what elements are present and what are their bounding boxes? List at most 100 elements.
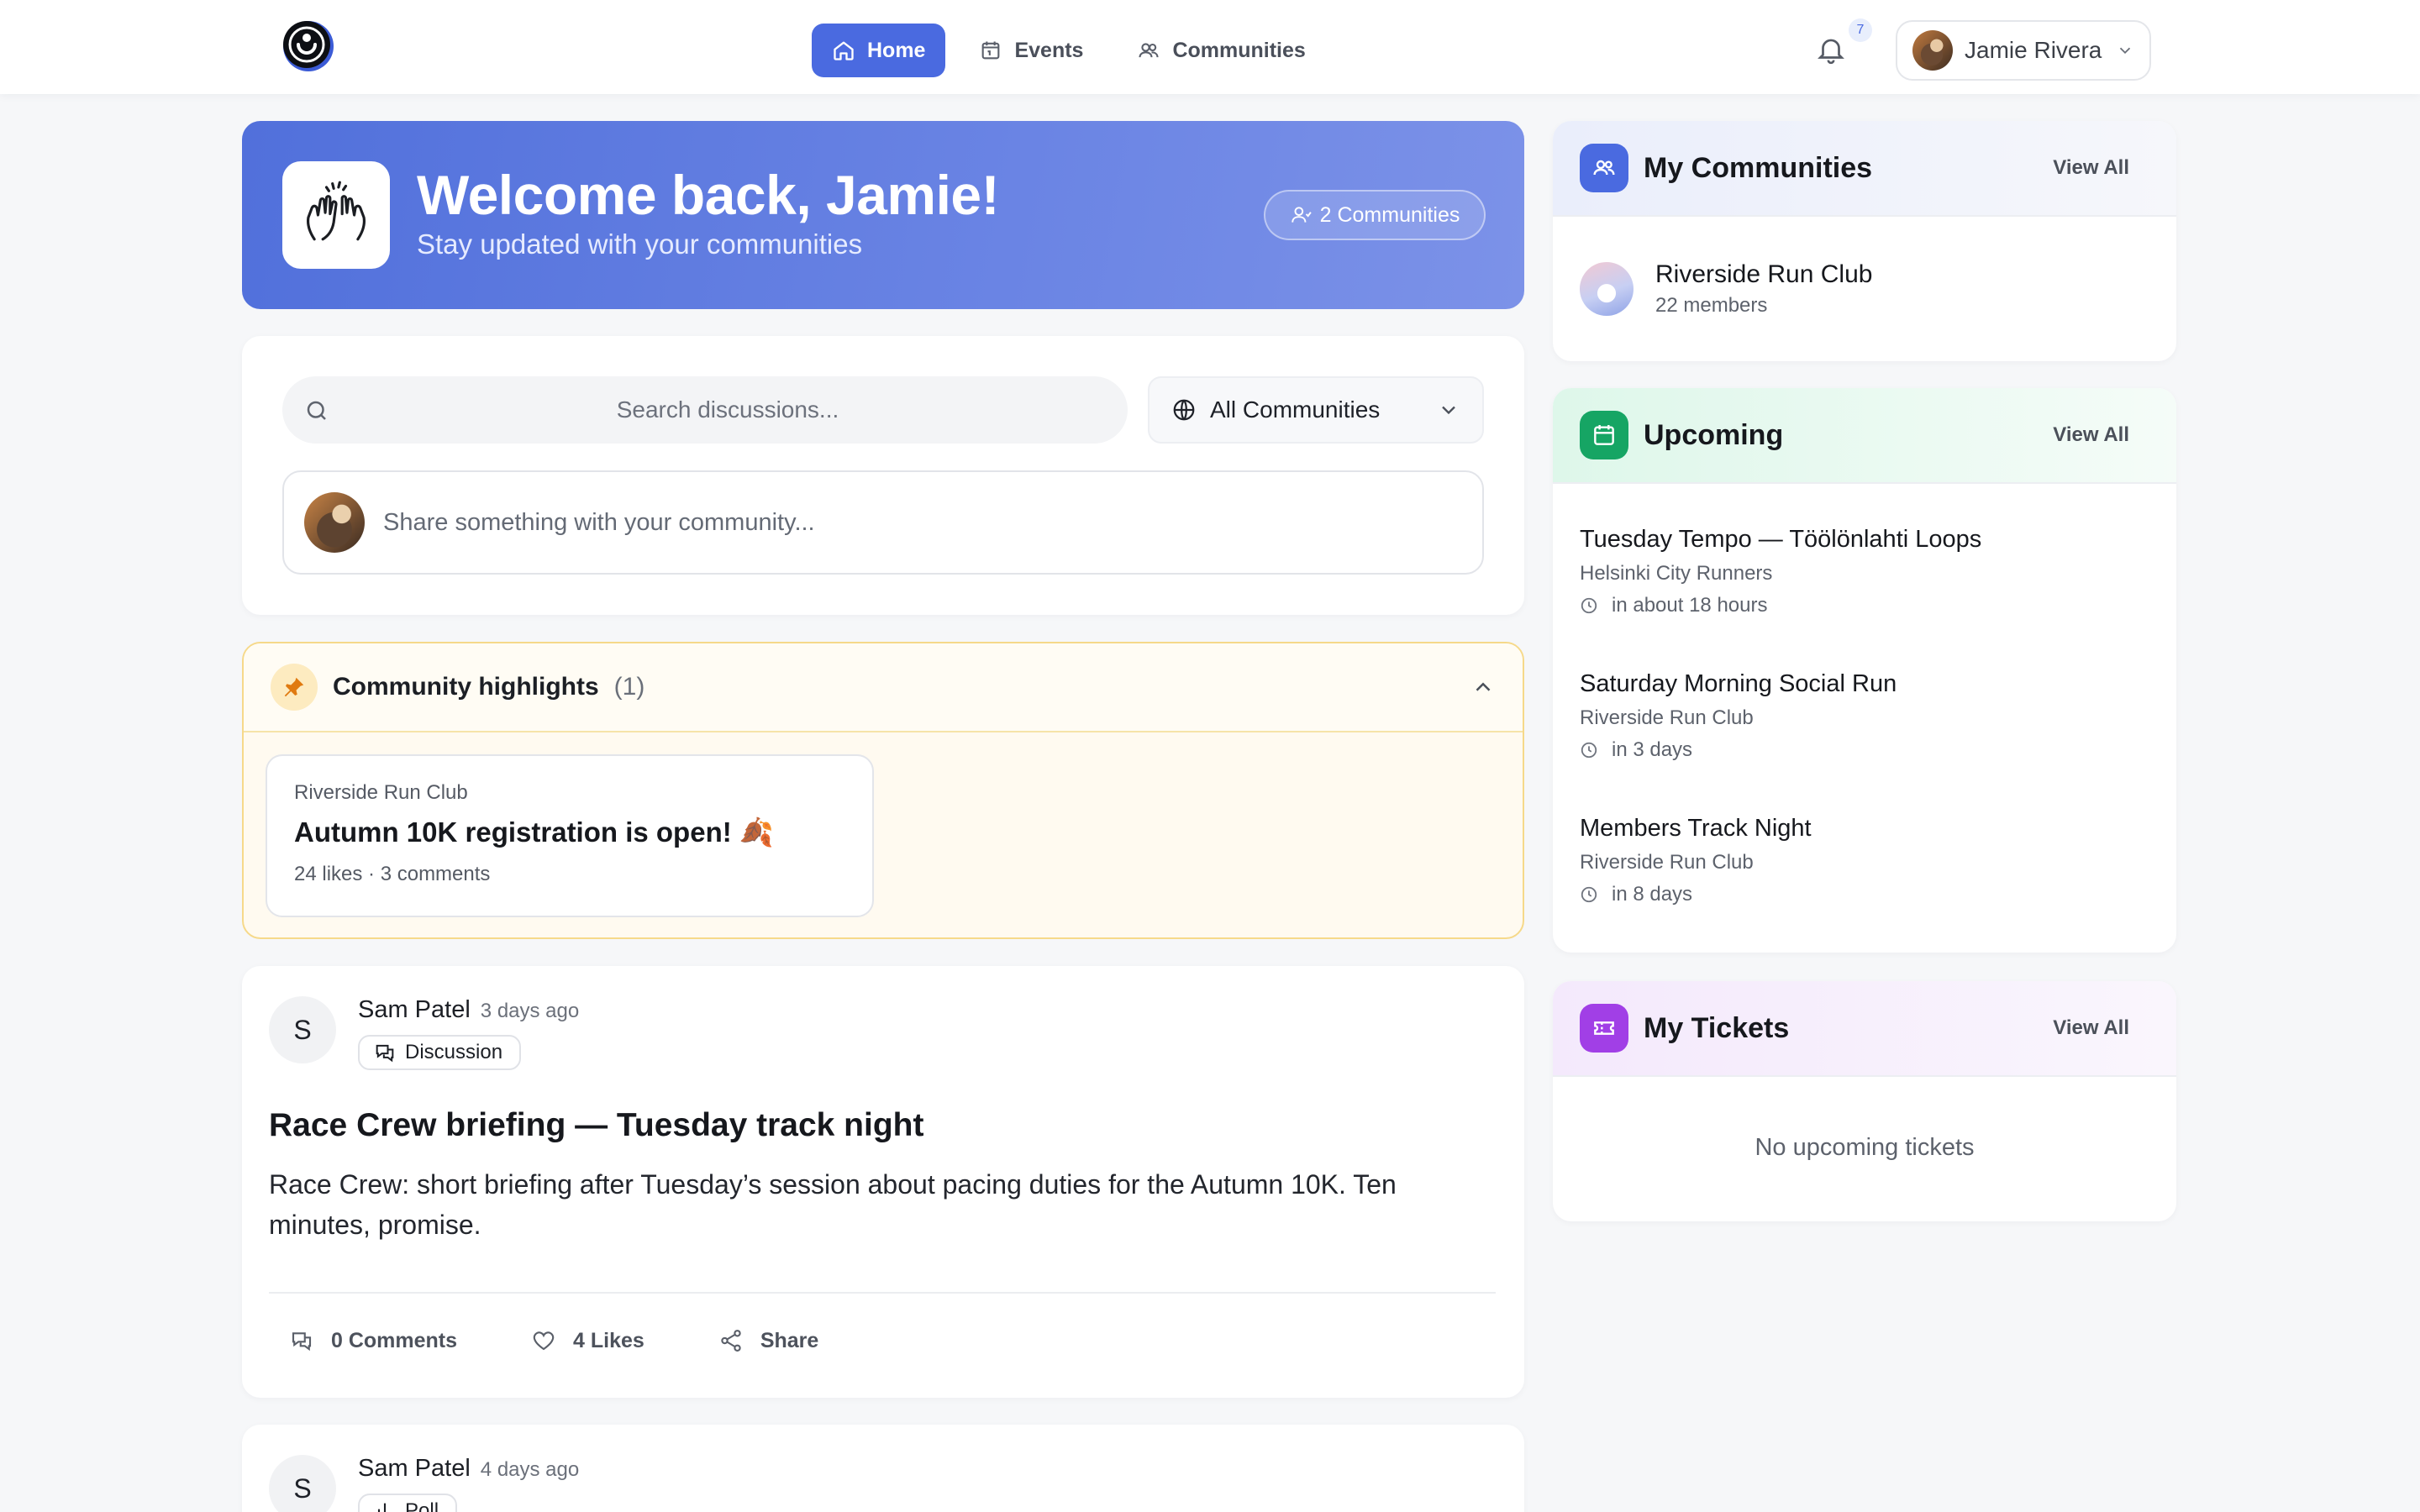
upcoming-events-card: Upcoming View All Tuesday Tempo — Töölön… (1553, 388, 2176, 953)
event-time: in about 18 hours (1612, 594, 1768, 617)
heart-icon (531, 1328, 556, 1353)
comments-button[interactable]: 0 Comments (269, 1314, 477, 1368)
event-item[interactable]: Tuesday Tempo — Töölönlahti Loops Helsin… (1580, 526, 1981, 670)
upcoming-header: Upcoming View All (1553, 388, 2176, 484)
nav-home[interactable]: Home (812, 24, 946, 77)
pin-icon (271, 664, 318, 711)
post-author[interactable]: Sam Patel (358, 996, 471, 1023)
nav-home-label: Home (867, 38, 926, 62)
calendar-icon (1580, 411, 1628, 459)
post-body: Race Crew: short briefing after Tuesday’… (269, 1169, 1397, 1240)
highlights-header[interactable]: Community highlights (1) (244, 643, 1523, 732)
post-type-tag: Poll (358, 1494, 458, 1512)
empty-tickets-message: No upcoming tickets (1754, 1134, 1975, 1161)
chevron-down-icon (2116, 41, 2134, 60)
home-icon (832, 39, 855, 62)
composer-placeholder: Share something with your community... (383, 508, 815, 536)
event-time: in 8 days (1612, 883, 1693, 906)
event-organizer: Riverside Run Club (1580, 706, 1754, 729)
like-button[interactable]: 4 Likes (511, 1314, 665, 1368)
calendar-icon (979, 39, 1002, 62)
event-title: Saturday Morning Social Run (1580, 670, 1897, 697)
community-highlights-panel: Community highlights (1) Riverside Run C… (242, 642, 1524, 939)
community-filter-label: All Communities (1210, 396, 1381, 423)
avatar[interactable]: S (269, 996, 336, 1063)
communities-count-badge[interactable]: 2 Communities (1264, 190, 1486, 240)
my-tickets-title: My Tickets (1644, 1011, 1790, 1044)
notification-count-badge: 7 (1849, 18, 1872, 42)
main-nav: Home Events Communities (812, 24, 1326, 77)
avatar (1912, 30, 1953, 71)
community-name: Riverside Run Club (1655, 260, 1873, 288)
post-title[interactable]: Race Crew briefing — Tuesday track night (269, 1107, 923, 1144)
event-time-row: in 3 days (1580, 738, 1981, 762)
event-item[interactable]: Members Track Night Riverside Run Club i… (1580, 815, 1981, 953)
chevron-up-icon[interactable] (1470, 675, 1496, 700)
event-organizer: Riverside Run Club (1580, 851, 1754, 874)
post-time: 4 days ago (480, 1458, 580, 1481)
nav-communities-label: Communities (1172, 38, 1306, 62)
users-icon (1137, 39, 1160, 62)
event-item[interactable]: Saturday Morning Social Run Riverside Ru… (1580, 670, 1981, 815)
app-logo-icon[interactable] (281, 18, 336, 74)
avatar[interactable]: S (269, 1455, 336, 1512)
my-tickets-card: My Tickets View All No upcoming tickets (1553, 981, 2176, 1221)
comments-label: 0 Comments (331, 1328, 458, 1352)
search-composer-card: All Communities Share something with you… (242, 336, 1524, 615)
highlight-card[interactable]: Riverside Run Club Autumn 10K registrati… (266, 754, 874, 917)
post-type-label: Discussion (405, 1041, 503, 1063)
event-title: Tuesday Tempo — Töölönlahti Loops (1580, 526, 1982, 553)
notifications-bell-icon[interactable] (1815, 32, 1847, 67)
post-composer[interactable]: Share something with your community... (282, 470, 1484, 575)
search-bar (282, 376, 1128, 444)
post-type-label: Poll (405, 1499, 439, 1512)
post-time: 3 days ago (480, 1000, 580, 1022)
search-input[interactable] (350, 376, 1106, 444)
top-navigation-bar: Home Events Communities 7 Jamie Rivera (0, 0, 2420, 94)
event-title: Members Track Night (1580, 815, 1812, 842)
high-five-icon (282, 161, 390, 269)
upcoming-title: Upcoming (1644, 418, 1784, 451)
nav-events-label: Events (1014, 38, 1084, 62)
event-time-row: in about 18 hours (1580, 594, 1981, 617)
clock-icon (1580, 741, 1598, 759)
share-icon (718, 1328, 744, 1353)
nav-communities[interactable]: Communities (1117, 24, 1325, 77)
my-communities-title: My Communities (1644, 151, 1873, 184)
discussion-icon (373, 1041, 397, 1064)
clock-icon (1580, 885, 1598, 904)
view-all-events-link[interactable]: View All (2053, 423, 2129, 447)
community-members: 22 members (1655, 294, 1768, 317)
chevron-down-icon (1437, 398, 1460, 422)
divider (269, 1292, 1496, 1294)
post-author[interactable]: Sam Patel (358, 1455, 471, 1482)
user-name: Jamie Rivera (1965, 37, 2102, 63)
community-list-item[interactable]: Riverside Run Club 22 members (1580, 260, 1872, 318)
highlights-count: (1) (613, 673, 645, 701)
event-time-row: in 8 days (1580, 883, 1981, 906)
my-communities-header: My Communities View All (1553, 121, 2176, 217)
comment-icon (289, 1328, 314, 1353)
user-menu-button[interactable]: Jamie Rivera (1896, 20, 2151, 81)
share-label: Share (760, 1328, 819, 1352)
clock-icon (1580, 596, 1598, 615)
post-author-line: Sam Patel 3 days ago (358, 996, 579, 1024)
welcome-title: Welcome back, Jamie! (417, 164, 1000, 226)
community-filter-dropdown[interactable]: All Communities (1148, 376, 1484, 444)
view-all-communities-link[interactable]: View All (2053, 156, 2129, 180)
communities-count-label: 2 Communities (1319, 202, 1460, 227)
globe-icon (1171, 397, 1197, 423)
my-communities-card: My Communities View All Riverside Run Cl… (1553, 121, 2176, 361)
view-all-tickets-link[interactable]: View All (2053, 1016, 2129, 1040)
post-card: S Sam Patel 4 days ago Poll (242, 1425, 1524, 1512)
event-list: Tuesday Tempo — Töölönlahti Loops Helsin… (1580, 526, 1981, 953)
highlights-title: Community highlights (333, 673, 599, 701)
welcome-banner: Welcome back, Jamie! Stay updated with y… (242, 121, 1524, 309)
highlight-community: Riverside Run Club (294, 781, 468, 804)
event-organizer: Helsinki City Runners (1580, 562, 1773, 585)
share-button[interactable]: Share (698, 1314, 839, 1368)
community-thumbnail (1580, 262, 1634, 316)
ticket-icon (1580, 1004, 1628, 1053)
nav-events[interactable]: Events (959, 24, 1103, 77)
users-icon (1580, 144, 1628, 192)
